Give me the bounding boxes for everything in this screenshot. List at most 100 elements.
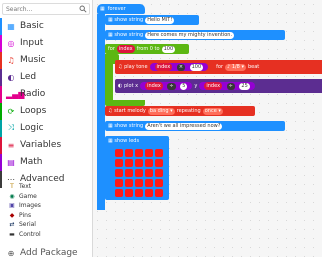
number-value[interactable]: 5	[180, 83, 188, 90]
beat-dropdown[interactable]: ♪ 1/8 ▾	[225, 63, 246, 71]
subcategory-images[interactable]: ▣ Images	[8, 201, 92, 210]
led-cell[interactable]	[125, 149, 133, 157]
subcategory-label: Game	[19, 192, 37, 200]
divide-operator[interactable]: ÷	[226, 83, 235, 90]
grid-icon: ▦	[100, 6, 105, 12]
led-cell[interactable]	[115, 169, 123, 177]
variable-index[interactable]: index	[204, 82, 223, 90]
led-cell[interactable]	[115, 159, 123, 167]
category-color-bar	[0, 153, 2, 171]
repeat-dropdown[interactable]: once ▾	[202, 107, 223, 115]
led-cell[interactable]	[125, 159, 133, 167]
search-icon[interactable]	[79, 5, 87, 15]
string-value[interactable]: Hello MIT!	[145, 16, 175, 24]
headphones-icon: ♫	[118, 64, 123, 70]
led-cell[interactable]	[145, 169, 153, 177]
led-cell[interactable]	[145, 189, 153, 197]
control-icon: ▬	[9, 230, 15, 238]
gamepad-icon: ◉	[9, 192, 15, 200]
led-cell[interactable]	[125, 169, 133, 177]
number-value[interactable]: 100	[189, 64, 204, 71]
subcategory-game[interactable]: ◉ Game	[8, 192, 92, 201]
from-label: from 0 to	[136, 46, 160, 52]
led-cell[interactable]	[115, 179, 123, 187]
category-label: Music	[20, 55, 46, 65]
led-cell[interactable]	[125, 179, 133, 187]
led-cell[interactable]	[135, 189, 143, 197]
category-loops[interactable]: ⟳ Loops	[0, 102, 92, 120]
led-cell[interactable]	[135, 159, 143, 167]
start-melody-block[interactable]: ♫ start melody ba ding ▾ repeating once …	[105, 106, 255, 116]
show-leds-block[interactable]: ▦ show leds	[105, 136, 169, 146]
forever-block[interactable]: ▦ forever	[97, 4, 145, 14]
led-grid[interactable]	[105, 146, 169, 200]
show-string-label: show string	[114, 17, 144, 23]
category-led[interactable]: ◐ Led	[0, 68, 92, 86]
led-cell[interactable]	[145, 159, 153, 167]
search-input[interactable]	[3, 4, 89, 14]
subcategory-label: Serial	[19, 221, 36, 228]
melody-dropdown[interactable]: ba ding ▾	[147, 107, 175, 115]
subcategory-pins[interactable]: ◆ Pins	[8, 211, 92, 220]
variable-index[interactable]: index	[116, 45, 135, 53]
play-tone-block[interactable]: ♫ play tone index × 100 for ♪ 1/8 ▾ beat	[115, 60, 322, 74]
subcategory-label: Text	[19, 183, 32, 190]
grid-icon: ▦	[108, 123, 113, 129]
search-box[interactable]	[2, 3, 90, 15]
show-string-block[interactable]: ▦ show string Here comes my mighty inven…	[105, 30, 285, 40]
plot-block[interactable]: ◐ plot x index ÷ 5 y index ÷ 25	[115, 79, 322, 93]
repeating-label: repeating	[176, 108, 201, 114]
led-cell[interactable]	[145, 179, 153, 187]
led-cell[interactable]	[115, 149, 123, 157]
string-value[interactable]: Here comes my mighty invention.	[145, 31, 235, 39]
pin-icon: ◆	[9, 211, 15, 219]
subcategory-control[interactable]: ▬ Control	[8, 230, 92, 239]
add-package-button[interactable]: ⊕ Add Package	[0, 244, 92, 257]
category-label: Variables	[20, 140, 62, 150]
subcategory-label: Pins	[19, 211, 32, 219]
led-cell[interactable]	[125, 189, 133, 197]
led-cell[interactable]	[135, 169, 143, 177]
category-color-bar	[0, 102, 2, 120]
add-icon: ⊕	[7, 248, 15, 257]
workspace[interactable]: ▦ forever ▦ show string Hello MIT! ▦ sho…	[93, 0, 322, 257]
subcategory-text[interactable]: T Text	[8, 182, 92, 191]
show-string-block[interactable]: ▦ show string Aren't we all impressed no…	[105, 121, 285, 131]
variable-index[interactable]: index	[154, 63, 173, 71]
led-cell[interactable]	[135, 179, 143, 187]
y-label: y	[194, 83, 198, 89]
category-color-bar	[0, 34, 2, 52]
for-label: for	[216, 64, 224, 70]
category-label: Input	[20, 38, 44, 48]
category-variables[interactable]: ≡ Variables	[0, 136, 92, 154]
category-input[interactable]: ◎ Input	[0, 34, 92, 52]
category-music[interactable]: ♫ Music	[0, 51, 92, 69]
beat-value: 1/8	[231, 63, 240, 70]
category-radio[interactable]: ▂▄▆ Radio	[0, 85, 92, 103]
calculator-icon: ▤	[7, 157, 15, 167]
show-string-block[interactable]: ▦ show string Hello MIT!	[105, 15, 199, 25]
divide-operator[interactable]: ÷	[167, 83, 176, 90]
led-cell[interactable]	[135, 149, 143, 157]
led-cell[interactable]	[155, 169, 163, 177]
string-value[interactable]: Aren't we all impressed now?	[145, 122, 223, 130]
led-cell[interactable]	[145, 149, 153, 157]
melody-value: ba ding	[149, 107, 169, 114]
number-value[interactable]: 25	[239, 83, 250, 90]
category-logic[interactable]: ⤨ Logic	[0, 119, 92, 137]
led-cell[interactable]	[155, 189, 163, 197]
for-label: for	[108, 46, 115, 52]
add-package-label: Add Package	[20, 248, 78, 257]
for-loop-block[interactable]: for index from 0 to 100	[105, 44, 189, 54]
category-math[interactable]: ▤ Math	[0, 153, 92, 171]
led-cell[interactable]	[155, 159, 163, 167]
multiply-operator[interactable]: ×	[176, 64, 186, 71]
variable-index[interactable]: index	[145, 82, 163, 90]
led-cell[interactable]	[115, 189, 123, 197]
led-cell[interactable]	[155, 179, 163, 187]
grid-icon: ▦	[108, 17, 113, 23]
subcategory-serial[interactable]: ⇄ Serial	[8, 220, 92, 229]
category-basic[interactable]: ▦ Basic	[0, 17, 92, 35]
led-cell[interactable]	[155, 149, 163, 157]
to-value[interactable]: 100	[161, 45, 176, 53]
